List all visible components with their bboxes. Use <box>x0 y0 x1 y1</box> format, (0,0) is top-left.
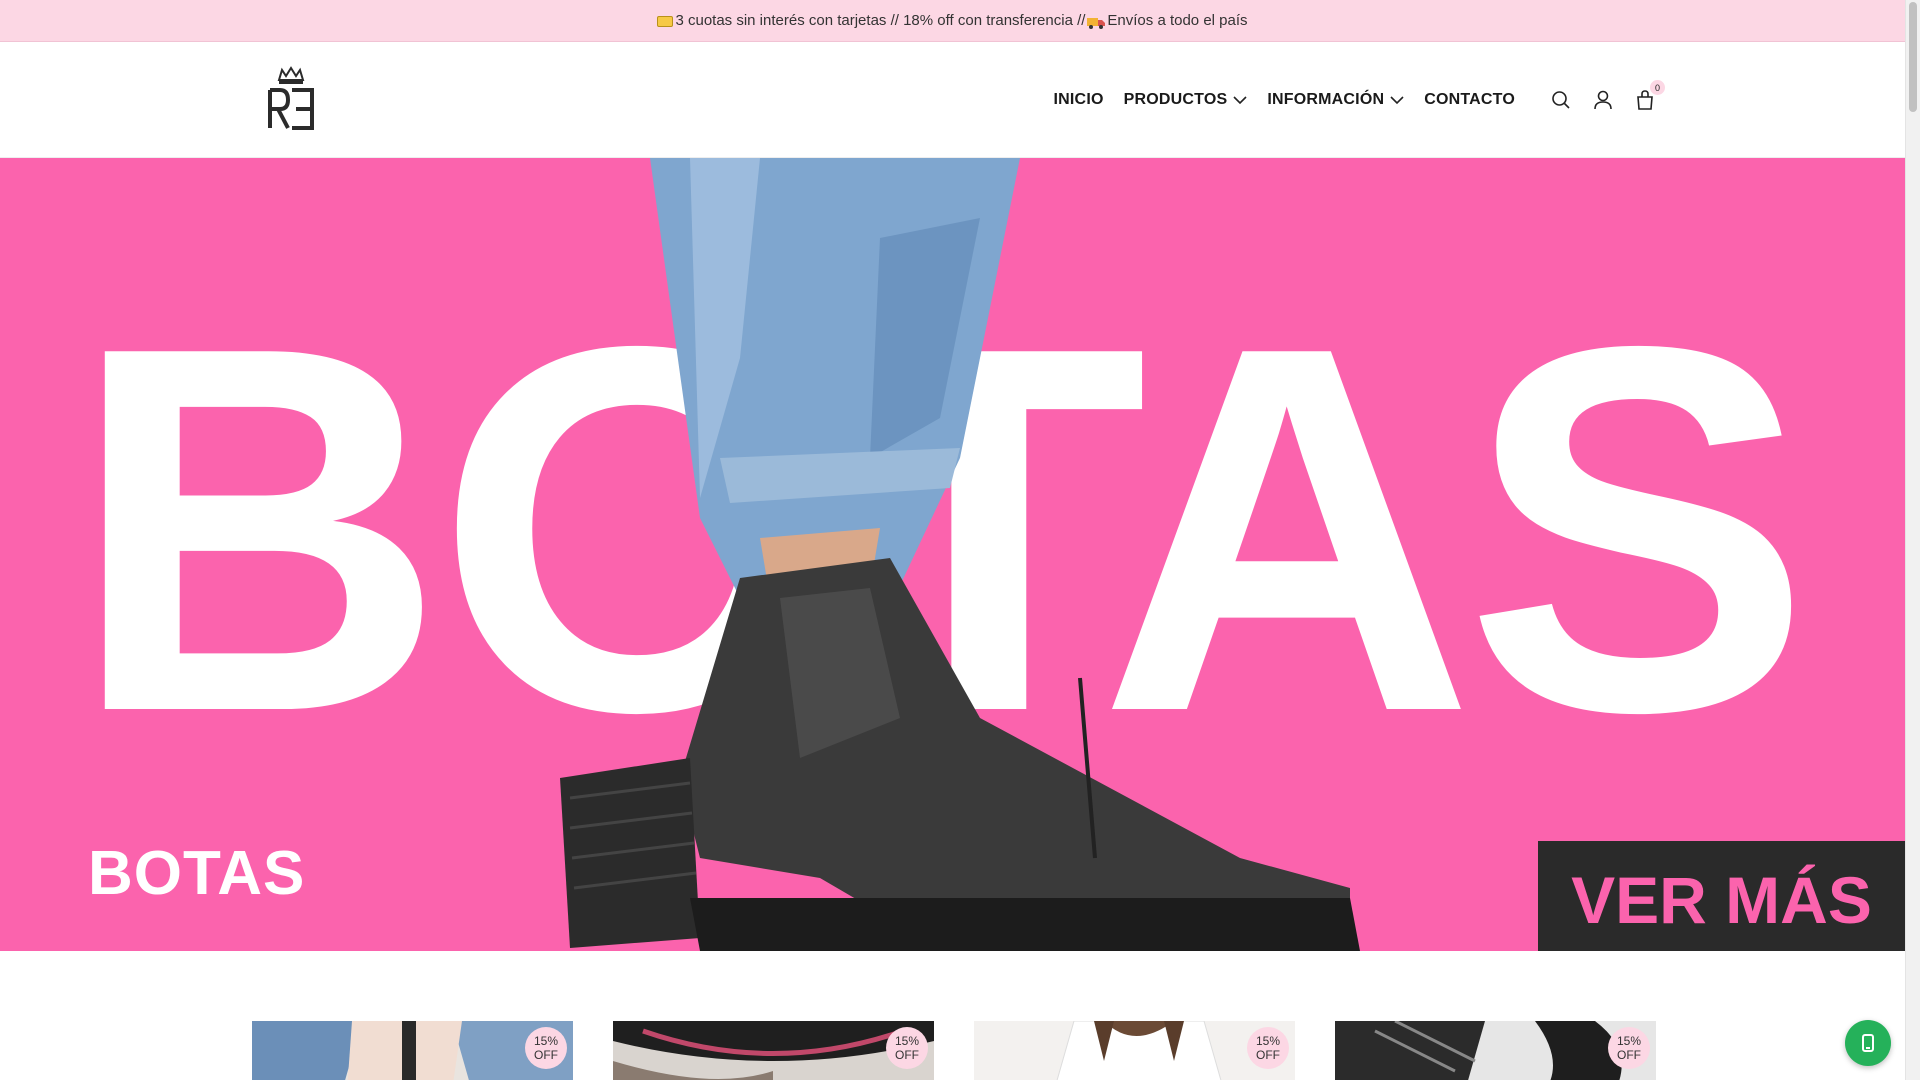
whatsapp-button[interactable] <box>1845 1020 1891 1066</box>
product-card[interactable]: 15% OFF <box>252 1021 573 1080</box>
discount-percent: 15% <box>1255 1034 1281 1048</box>
discount-off: OFF <box>1617 1048 1641 1062</box>
discount-badge: 15% OFF <box>886 1027 928 1069</box>
product-grid: 15% OFF 15% OFF 15% OFF 15% OFF <box>252 1021 1656 1080</box>
cart-count-badge: 0 <box>1650 80 1665 95</box>
crown-logo-icon <box>268 66 314 130</box>
discount-off: OFF <box>1256 1048 1280 1062</box>
product-card[interactable]: 15% OFF <box>613 1021 934 1080</box>
page-scrollbar[interactable] <box>1905 0 1920 1080</box>
discount-off: OFF <box>895 1048 919 1062</box>
discount-percent: 15% <box>894 1034 920 1048</box>
discount-percent: 15% <box>533 1034 559 1048</box>
delivery-truck-icon <box>1087 17 1106 29</box>
discount-badge: 15% OFF <box>1608 1027 1650 1069</box>
nav-item-informacion[interactable]: INFORMACIÓN <box>1267 91 1404 109</box>
product-card[interactable]: 15% OFF <box>1335 1021 1656 1080</box>
hero-banner[interactable]: BOTAS BOTAS VER MÁS <box>0 158 1905 951</box>
chevron-down-icon <box>1233 95 1247 104</box>
discount-badge: 15% OFF <box>1247 1027 1289 1069</box>
nav-label: CONTACTO <box>1424 91 1515 108</box>
credit-card-icon <box>657 16 674 27</box>
header-icons: 0 <box>1551 42 1665 158</box>
discount-off: OFF <box>534 1048 558 1062</box>
store-logo[interactable] <box>266 66 316 132</box>
nav-item-productos[interactable]: PRODUCTOS <box>1124 91 1248 109</box>
search-icon <box>1552 91 1570 109</box>
search-button[interactable] <box>1551 90 1571 110</box>
nav-item-contacto[interactable]: CONTACTO <box>1424 91 1515 109</box>
nav-label: INFORMACIÓN <box>1267 91 1385 108</box>
account-button[interactable] <box>1593 90 1613 110</box>
announcement-text-part1: 3 cuotas sin interés con tarjetas // 18%… <box>675 12 1086 29</box>
boot-photo <box>560 158 1360 951</box>
announcement-bar: 3 cuotas sin interés con tarjetas // 18%… <box>0 0 1905 42</box>
site-header: INICIO PRODUCTOS INFORMACIÓN CONTACTO 0 <box>0 42 1905 158</box>
announcement-text-part2: Envíos a todo el país <box>1107 12 1248 29</box>
chevron-down-icon <box>1390 95 1404 104</box>
main-nav: INICIO PRODUCTOS INFORMACIÓN CONTACTO <box>1054 42 1515 158</box>
discount-percent: 15% <box>1616 1034 1642 1048</box>
user-icon <box>1594 90 1612 110</box>
page: 3 cuotas sin interés con tarjetas // 18%… <box>0 0 1905 1080</box>
discount-badge: 15% OFF <box>525 1027 567 1069</box>
nav-label: PRODUCTOS <box>1123 91 1228 108</box>
whatsapp-icon <box>1862 1034 1874 1052</box>
cart-button[interactable]: 0 <box>1635 80 1665 110</box>
hero-cta-button[interactable]: VER MÁS <box>1538 841 1905 951</box>
nav-item-inicio[interactable]: INICIO <box>1054 91 1104 109</box>
product-card[interactable]: 15% OFF <box>974 1021 1295 1080</box>
hero-small-label: BOTAS <box>88 839 306 908</box>
nav-label: INICIO <box>1053 91 1104 108</box>
scrollbar-thumb[interactable] <box>1909 2 1917 112</box>
